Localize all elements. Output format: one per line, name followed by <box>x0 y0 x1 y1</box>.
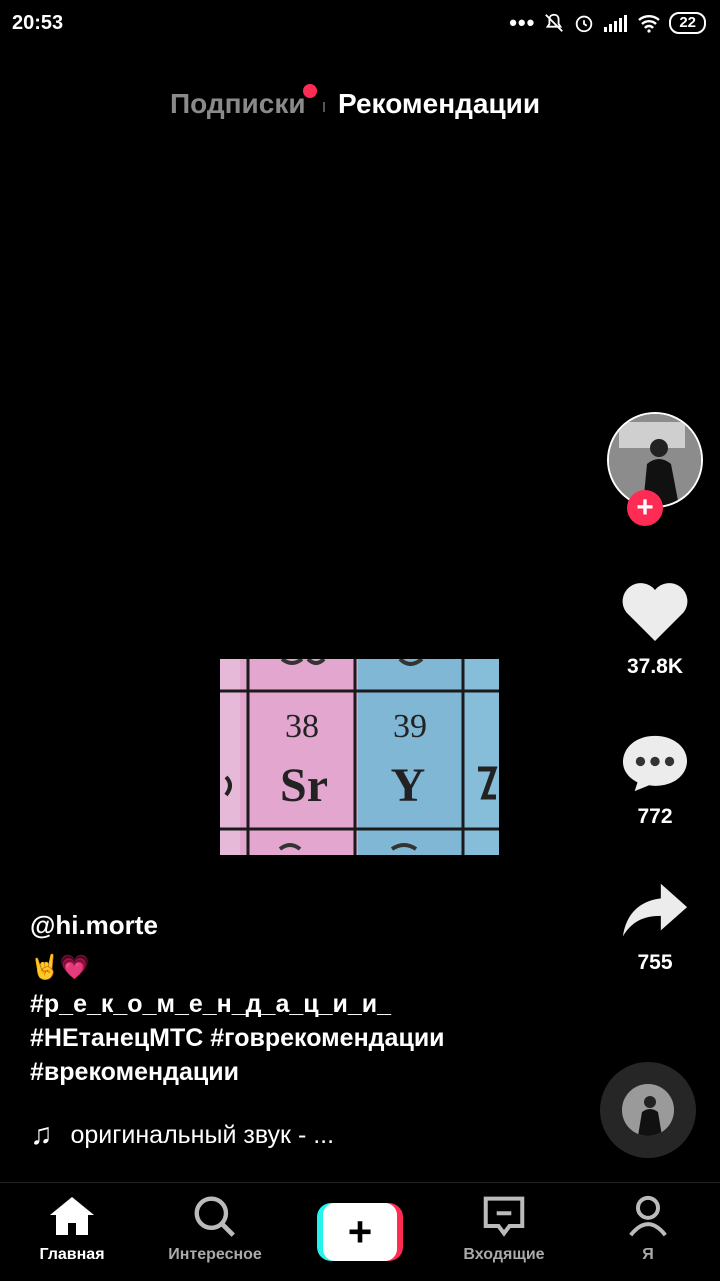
follow-plus-button[interactable]: + <box>627 490 663 526</box>
hashtag-line[interactable]: #врекомендации <box>30 1055 590 1089</box>
cell-number-1: 38 <box>285 708 319 745</box>
notification-dot <box>303 84 317 98</box>
create-video-button[interactable]: + <box>317 1203 403 1261</box>
more-dots-icon: ••• <box>509 10 536 35</box>
periodic-table-image: 38 Sr 39 Y <box>220 659 499 855</box>
music-info[interactable]: ♫ оригинальный звук - ... <box>30 1118 334 1152</box>
mute-bell-icon <box>545 13 564 32</box>
tab-for-you[interactable]: Рекомендации <box>338 88 540 120</box>
search-icon <box>194 1196 235 1237</box>
action-column: + 37.8K 772 755 <box>590 0 720 1180</box>
tab-divider <box>323 102 325 112</box>
share-icon <box>622 883 688 937</box>
music-title: оригинальный звук - ... <box>70 1120 335 1149</box>
nav-inbox[interactable]: Входящие <box>434 1195 574 1264</box>
hashtag-line[interactable]: #р_е_к_о_м_е_н_д_а_ц_и_и_ <box>30 987 590 1021</box>
nav-discover[interactable]: Интересное <box>145 1195 285 1264</box>
create-plus-icon: + <box>323 1203 397 1261</box>
profile-icon <box>629 1195 667 1237</box>
creator-username[interactable]: @hi.morte <box>30 910 590 941</box>
music-disc-cover <box>622 1084 674 1136</box>
cell-symbol-1: Sr <box>280 759 328 812</box>
inbox-icon <box>483 1196 525 1237</box>
comment-action[interactable]: 772 <box>590 730 720 829</box>
comment-icon <box>623 735 687 792</box>
status-time: 20:53 <box>12 12 64 34</box>
like-count: 37.8K <box>626 655 684 678</box>
video-content[interactable]: 38 Sr 39 Y <box>220 659 499 855</box>
caption-emoji: 🤘💗 <box>30 954 90 981</box>
nav-discover-label: Интересное <box>168 1246 262 1263</box>
bottom-navigation: Главная Интересное + Входящие Я <box>0 1182 720 1281</box>
home-icon <box>50 1197 94 1235</box>
share-count: 755 <box>637 951 673 974</box>
like-action[interactable]: 37.8K <box>590 578 720 679</box>
cell-number-2: 39 <box>393 708 427 745</box>
music-note-icon: ♫ <box>30 1118 53 1151</box>
caption-hashtags: #р_е_к_о_м_е_н_д_а_ц_и_и_ #НЕтанецМТС #г… <box>30 987 590 1089</box>
cell-symbol-2: Y <box>391 759 426 812</box>
nav-profile[interactable]: Я <box>578 1195 718 1264</box>
nav-inbox-label: Входящие <box>463 1246 545 1263</box>
plus-icon: + <box>636 491 654 524</box>
nav-home-label: Главная <box>39 1246 105 1263</box>
nav-profile-label: Я <box>642 1246 654 1263</box>
share-action[interactable]: 755 <box>590 880 720 975</box>
tab-following[interactable]: Подписки <box>170 88 306 120</box>
heart-icon <box>622 583 688 641</box>
comment-count: 772 <box>637 805 673 828</box>
music-disc[interactable] <box>600 1062 696 1158</box>
video-caption: @hi.morte 🤘💗 #р_е_к_о_м_е_н_д_а_ц_и_и_ #… <box>30 910 590 1089</box>
hashtag-line[interactable]: #НЕтанецМТС #говрекомендации <box>30 1021 590 1055</box>
nav-home[interactable]: Главная <box>2 1195 142 1264</box>
